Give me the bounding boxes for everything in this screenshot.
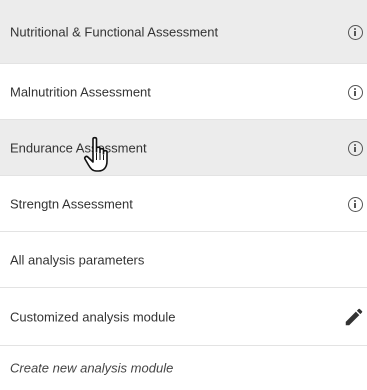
info-icon[interactable] [348,84,363,100]
info-icon[interactable] [348,140,363,156]
menu-item-label: Nutritional & Functional Assessment [10,24,219,39]
menu-item-label: All analysis parameters [10,252,145,267]
menu-item-label: Strengtn Assessment [10,196,133,211]
menu-item-label: Create new analysis module [10,360,174,376]
menu-item-label: Malnutrition Assessment [10,84,151,99]
menu-item-nutritional-functional-assessment[interactable]: Nutritional & Functional Assessment [0,0,367,64]
analysis-module-menu: Nutritional & Functional Assessment Maln… [0,0,367,390]
info-icon[interactable] [348,24,363,40]
menu-item-label: Customized analysis module [10,309,176,324]
menu-item-create-new-analysis-module[interactable]: Create new analysis module [0,346,367,390]
menu-item-endurance-assessment[interactable]: Endurance Assessment [0,120,367,176]
menu-item-malnutrition-assessment[interactable]: Malnutrition Assessment [0,64,367,120]
info-icon[interactable] [348,196,363,212]
pencil-icon[interactable] [343,306,365,328]
menu-item-all-analysis-parameters[interactable]: All analysis parameters [0,232,367,288]
menu-item-customized-analysis-module[interactable]: Customized analysis module [0,288,367,346]
menu-item-strength-assessment[interactable]: Strengtn Assessment [0,176,367,232]
menu-item-label: Endurance Assessment [10,140,147,155]
